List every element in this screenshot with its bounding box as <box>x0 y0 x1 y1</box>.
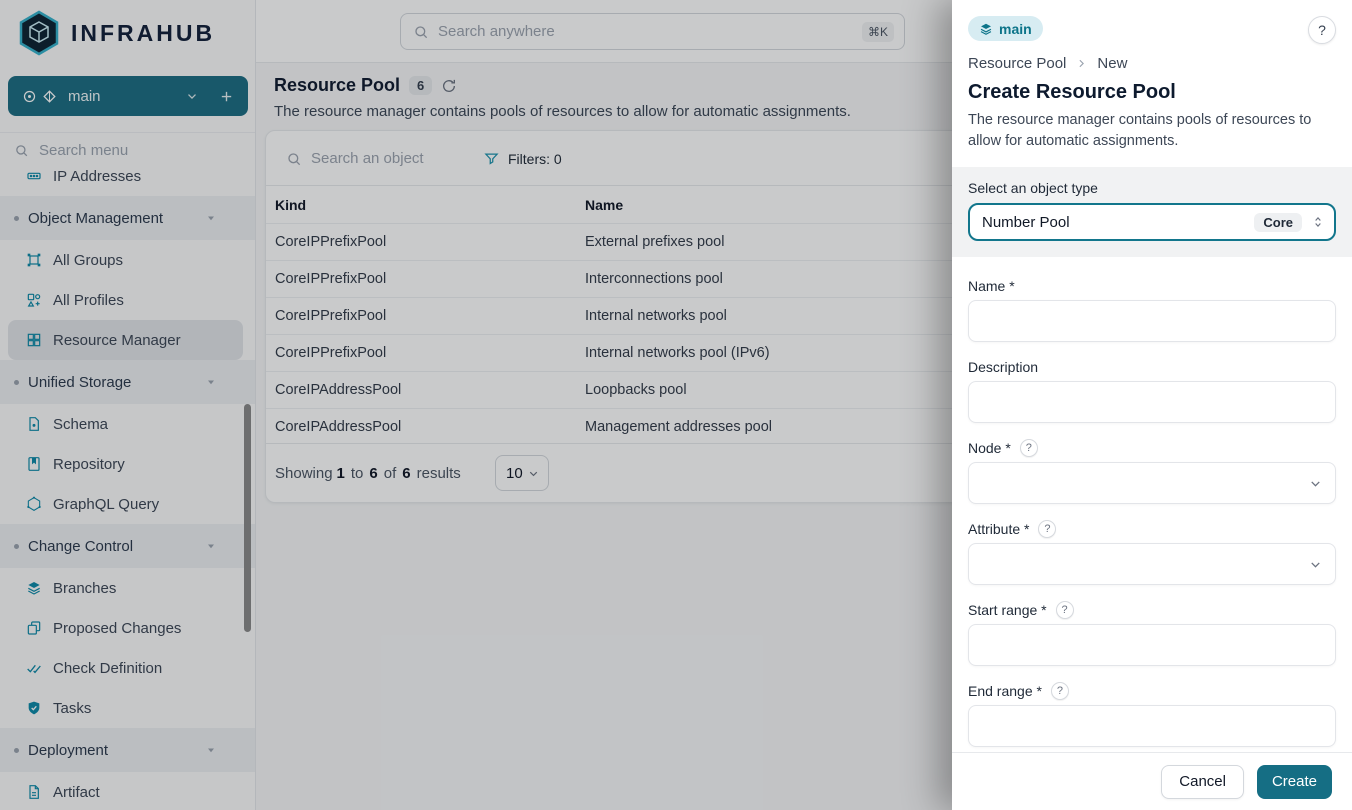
field-name: Name * <box>968 277 1336 342</box>
chevron-right-icon <box>1075 57 1088 70</box>
chevron-down-icon <box>1308 476 1323 491</box>
field-label: Start range * <box>968 602 1047 618</box>
end-range-input[interactable] <box>968 705 1336 747</box>
cancel-button[interactable]: Cancel <box>1161 765 1244 799</box>
start-range-input[interactable] <box>968 624 1336 666</box>
layers-icon <box>979 22 993 36</box>
help-button[interactable]: ? <box>1308 16 1336 44</box>
name-input[interactable] <box>968 300 1336 342</box>
object-type-label: Select an object type <box>968 180 1336 196</box>
panel-title: Create Resource Pool <box>968 81 1336 104</box>
field-label: Node * <box>968 440 1011 456</box>
help-icon[interactable]: ? <box>1051 682 1069 700</box>
create-form: Name * Description Node * ? Attribute * … <box>952 257 1352 752</box>
chevron-down-icon <box>1308 557 1323 572</box>
description-input[interactable] <box>968 381 1336 423</box>
chevron-up-down-icon <box>1311 215 1325 229</box>
object-type-value: Number Pool <box>982 214 1254 231</box>
field-attribute: Attribute * ? <box>968 520 1336 585</box>
field-start-range: Start range * ? <box>968 601 1336 666</box>
create-button[interactable]: Create <box>1257 765 1332 799</box>
field-label: Description <box>968 359 1038 375</box>
panel-footer: Cancel Create <box>952 752 1352 810</box>
field-label: Attribute * <box>968 521 1029 537</box>
panel-branch-badge[interactable]: main <box>968 16 1043 41</box>
create-resource-pool-panel: main ? Resource Pool New Create Resource… <box>952 0 1352 810</box>
node-select[interactable] <box>968 462 1336 504</box>
help-icon[interactable]: ? <box>1020 439 1038 457</box>
field-description: Description <box>968 358 1336 423</box>
breadcrumb-parent[interactable]: Resource Pool <box>968 55 1066 72</box>
field-label: End range * <box>968 683 1042 699</box>
attribute-select[interactable] <box>968 543 1336 585</box>
panel-description: The resource manager contains pools of r… <box>968 110 1336 151</box>
object-type-section: Select an object type Number Pool Core <box>952 167 1352 257</box>
object-type-select[interactable]: Number Pool Core <box>968 203 1336 241</box>
field-end-range: End range * ? <box>968 682 1336 747</box>
breadcrumb-current: New <box>1097 55 1127 72</box>
field-label: Name * <box>968 278 1015 294</box>
field-node: Node * ? <box>968 439 1336 504</box>
breadcrumb: Resource Pool New <box>968 55 1336 72</box>
core-badge: Core <box>1254 213 1302 232</box>
help-icon[interactable]: ? <box>1056 601 1074 619</box>
help-icon[interactable]: ? <box>1038 520 1056 538</box>
panel-branch-name: main <box>999 21 1032 37</box>
panel-header: main ? Resource Pool New Create Resource… <box>952 0 1352 151</box>
